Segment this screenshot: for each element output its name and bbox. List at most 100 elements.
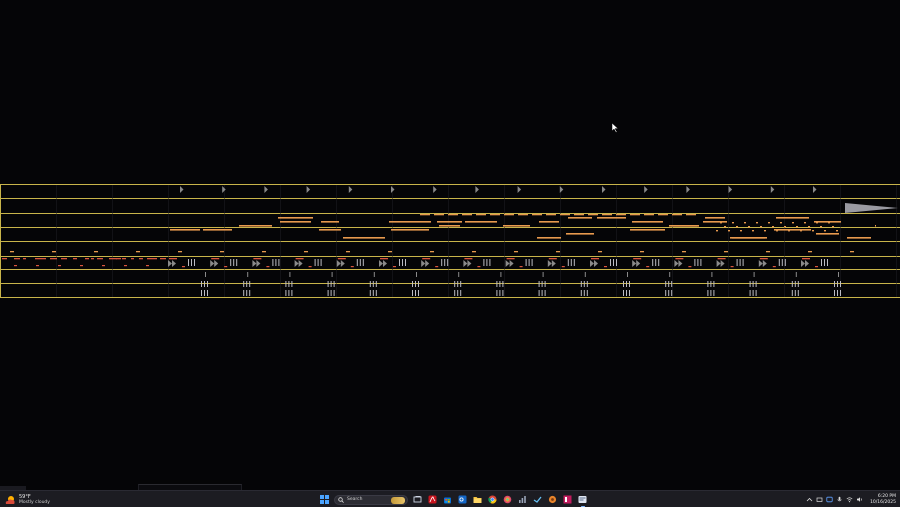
drum-tick xyxy=(444,259,446,266)
drum-tick xyxy=(623,281,624,287)
note-block xyxy=(671,225,697,227)
search-placeholder: Search xyxy=(347,497,363,502)
drum-tick xyxy=(320,259,322,266)
drum-tick xyxy=(665,290,667,296)
drum-tick xyxy=(188,259,189,266)
rider-icon[interactable] xyxy=(562,494,573,505)
grid-line xyxy=(168,185,169,297)
store-icon[interactable] xyxy=(442,494,453,505)
drum-tick xyxy=(246,281,248,287)
drum-tick xyxy=(580,290,582,296)
photos-icon[interactable] xyxy=(502,494,513,505)
drum-tick xyxy=(840,290,841,296)
timeline-svg[interactable] xyxy=(0,0,900,490)
wifi-icon[interactable] xyxy=(846,496,853,503)
grid-line xyxy=(56,185,57,297)
bar-marker-icon xyxy=(813,186,817,193)
bass-note xyxy=(102,265,105,267)
track-line xyxy=(0,256,900,257)
drum-tick xyxy=(665,281,667,287)
note-dash xyxy=(732,222,734,224)
track-left-edge xyxy=(0,184,1,298)
drum-tick xyxy=(838,272,839,277)
system-tray: 6:20 PM 10/16/2025 xyxy=(806,492,896,507)
bass-note xyxy=(435,266,439,268)
grid-line xyxy=(336,185,337,297)
drum-tick xyxy=(249,281,251,287)
track-line xyxy=(0,213,900,214)
windows-start-icon[interactable] xyxy=(319,494,330,505)
note-block xyxy=(644,214,654,216)
drum-tick xyxy=(710,290,712,296)
steam-icon[interactable] xyxy=(532,494,543,505)
bass-note xyxy=(772,266,776,268)
note-tick xyxy=(682,251,686,253)
note-dash xyxy=(800,230,802,232)
task-view-icon[interactable] xyxy=(412,494,423,505)
bass-note xyxy=(124,265,127,267)
file-explorer-icon[interactable] xyxy=(472,494,483,505)
chrome-icon[interactable] xyxy=(487,494,498,505)
game-icon[interactable] xyxy=(547,494,558,505)
track-line xyxy=(0,269,900,270)
drum-tick xyxy=(713,281,715,287)
timeline-canvas[interactable] xyxy=(0,0,900,490)
drum-tick xyxy=(629,290,630,296)
note-block xyxy=(632,221,663,223)
drum-tick xyxy=(249,290,251,296)
system-clock[interactable]: 6:20 PM 10/16/2025 xyxy=(870,494,896,506)
drum-tick xyxy=(369,290,371,296)
network-drive-icon[interactable] xyxy=(816,496,823,503)
drum-tick xyxy=(285,281,287,287)
drum-hit-icon xyxy=(509,260,514,267)
drum-tick xyxy=(623,290,624,296)
drum-tick xyxy=(500,272,502,277)
drum-tick xyxy=(567,259,569,266)
bass-note xyxy=(160,258,166,260)
grid-line xyxy=(448,185,449,297)
drum-tick xyxy=(791,290,793,296)
drum-tick xyxy=(586,281,588,287)
bass-note xyxy=(2,258,7,260)
chevron-up-icon[interactable] xyxy=(806,496,813,503)
note-block xyxy=(597,217,626,219)
drum-tick xyxy=(544,281,546,287)
drum-tick xyxy=(416,272,417,277)
note-block xyxy=(847,237,871,239)
speaker-icon[interactable] xyxy=(856,496,863,503)
note-dash xyxy=(740,230,742,232)
bass-note xyxy=(91,258,94,260)
acrobat-icon[interactable] xyxy=(427,494,438,505)
bar-marker-icon xyxy=(770,186,775,193)
note-dash xyxy=(744,222,746,224)
drum-tick xyxy=(538,290,540,296)
drum-tick xyxy=(668,290,670,296)
performance-icon[interactable] xyxy=(517,494,528,505)
bass-note xyxy=(561,266,565,268)
weather-widget[interactable]: 59°F Mostly cloudy xyxy=(4,492,50,507)
note-dash xyxy=(784,226,786,228)
sync-icon[interactable] xyxy=(826,496,833,503)
note-dash xyxy=(720,222,722,224)
active-app-icon[interactable] xyxy=(577,494,588,507)
search-icon xyxy=(338,496,344,503)
microphone-icon[interactable] xyxy=(836,496,843,503)
note-tick xyxy=(346,251,350,253)
drum-hit-icon xyxy=(801,260,805,267)
drum-tick xyxy=(753,272,755,277)
drum-tick xyxy=(418,290,419,296)
grid-line xyxy=(840,185,841,297)
drum-tick xyxy=(372,281,374,287)
taskbar-search-box[interactable]: Search xyxy=(334,494,408,505)
taskbar-center: Search xyxy=(319,493,588,507)
note-tick xyxy=(178,251,182,253)
outlook-icon[interactable] xyxy=(457,494,468,505)
drum-tick xyxy=(824,259,825,266)
drum-hit-icon xyxy=(720,260,725,267)
note-dash xyxy=(836,230,838,232)
bar-marker-icon xyxy=(644,186,648,193)
drum-tick xyxy=(457,281,459,287)
drum-tick xyxy=(243,290,245,296)
drum-tick xyxy=(330,281,332,287)
grid-line xyxy=(280,185,281,297)
